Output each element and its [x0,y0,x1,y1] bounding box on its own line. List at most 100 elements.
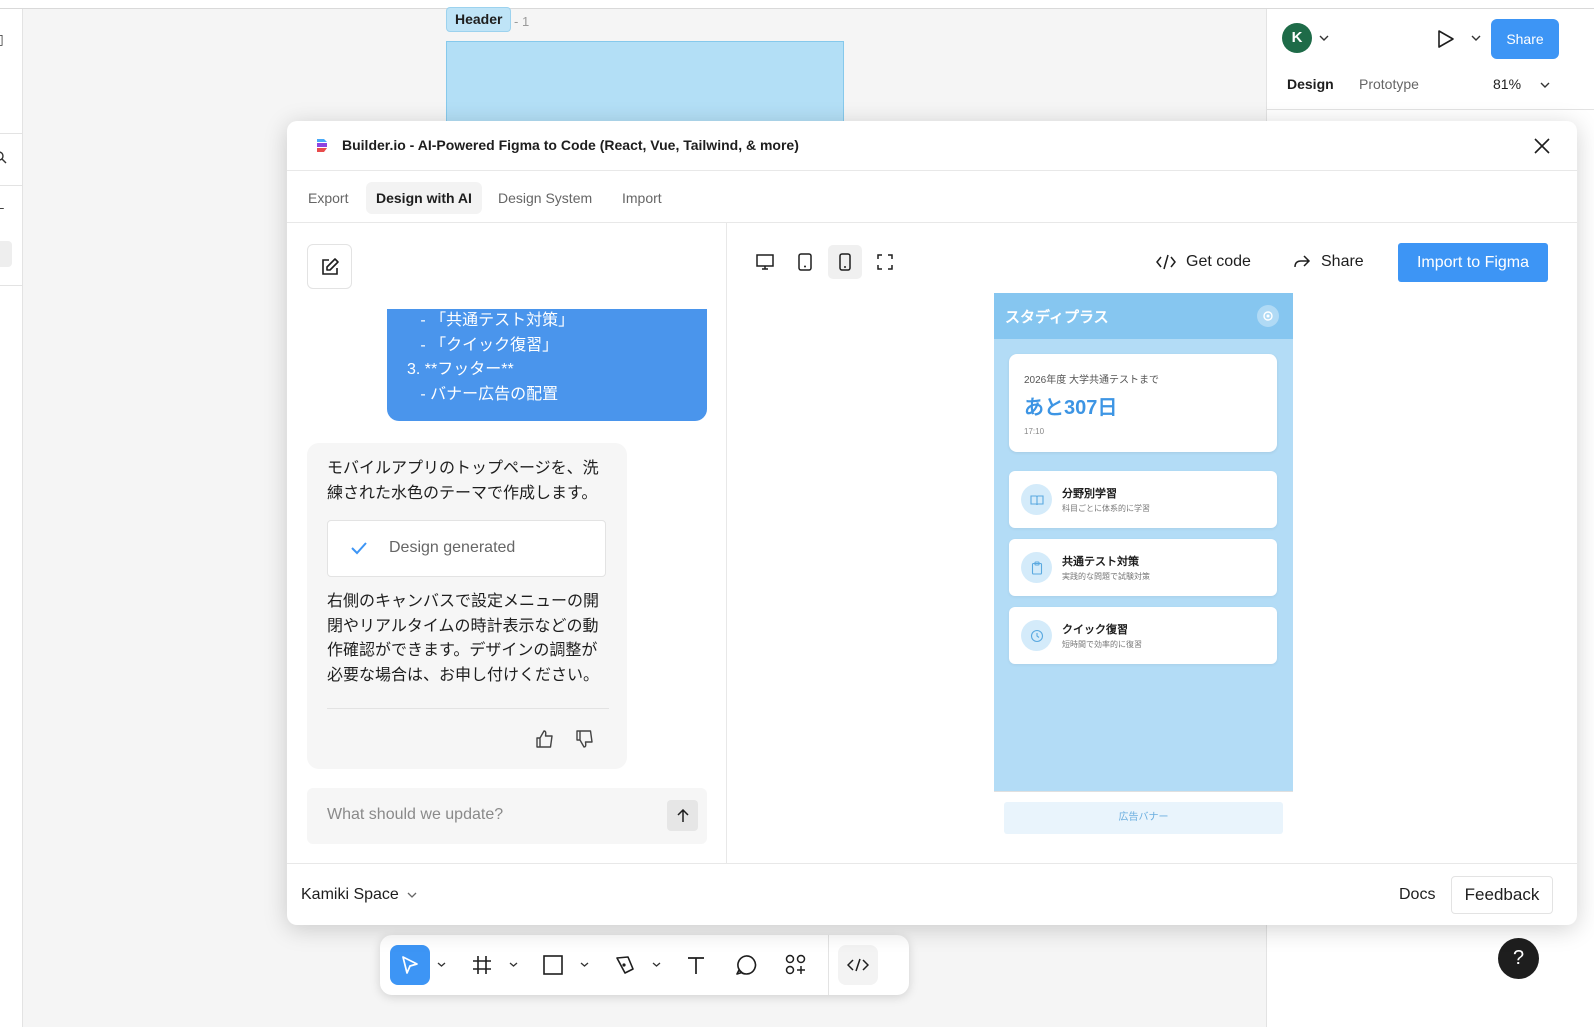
frame-label[interactable]: Header [446,7,512,32]
prompt-input[interactable] [327,806,647,824]
feedback-button[interactable]: Feedback [1451,876,1553,914]
get-code-label: Get code [1186,253,1251,270]
chevron-down-icon[interactable] [1540,81,1550,89]
plugin-title: Builder.io - AI-Powered Figma to Code (R… [342,137,799,153]
ai-intro-text: モバイルアプリのトップページを、洗練された水色のテーマで作成します。 [327,460,599,502]
divider [0,285,23,286]
status-label: Design generated [389,539,516,556]
header-frame[interactable] [446,41,844,123]
app-preview: スタディプラス 2026年度 大学共通テストまで あと307日 17:10 分野… [994,293,1293,861]
actions-tool-button[interactable] [776,945,816,985]
book-glyph [1029,494,1044,505]
comment-icon [736,955,757,975]
message-line: - バナー広告の配置 [407,385,559,403]
layer-item[interactable] [0,241,12,267]
chevron-down-icon[interactable] [1471,34,1481,42]
send-button[interactable] [667,800,698,831]
chevron-down-icon[interactable] [652,961,661,968]
app-settings-button[interactable] [1257,305,1279,327]
workspace-selector[interactable]: Kamiki Space [301,886,417,904]
help-button[interactable]: ? [1498,938,1539,979]
frame-tool-button[interactable] [462,945,502,985]
chevron-down-icon[interactable] [1319,34,1329,42]
chevron-down-icon [407,892,417,898]
ad-banner[interactable]: 広告バナー [1004,802,1283,834]
divider [1267,109,1594,110]
ai-followup-text: 右側のキャンバスで設定メニューの開閉やリアルタイムの時計表示などの動作確認ができ… [327,593,600,684]
clock-time: 17:10 [1024,427,1045,436]
user-message: - 「共通テスト対策」 - 「クイック復習」 3. **フッター** - バナー… [387,309,707,421]
thumbs-up-icon[interactable] [535,729,555,749]
tab-design-with-ai[interactable]: Design with AI [366,182,482,214]
rectangle-icon [543,955,563,975]
divider [0,185,23,186]
share-arrow-icon [1294,255,1311,268]
app-title: スタディプラス [1005,309,1109,326]
top-edge [0,0,1594,9]
chevron-down-icon[interactable] [580,961,589,968]
get-code-button[interactable]: Get code [1156,253,1251,271]
share-button[interactable]: Share [1491,19,1559,59]
code-icon [1156,254,1176,270]
minus-icon[interactable]: – [0,199,4,215]
menu-item-subtitle: 短時間で効率的に復習 [1062,640,1142,649]
clock-glyph [1030,629,1043,642]
design-generated-status[interactable]: Design generated [327,520,606,577]
message-line: - 「共通テスト対策」 [407,312,575,329]
text-tool-button[interactable] [676,945,716,985]
app-footer: 広告バナー [994,791,1293,861]
modal-header: Builder.io - AI-Powered Figma to Code (R… [287,121,1577,171]
cursor-icon [402,956,418,974]
mobile-view-button[interactable] [828,245,862,279]
search-icon[interactable] [0,150,8,164]
tab-export[interactable]: Export [298,182,358,214]
chevron-down-icon[interactable] [437,961,446,968]
play-icon[interactable] [1437,29,1455,49]
tab-import[interactable]: Import [612,182,672,214]
zoom-level[interactable]: 81% [1493,76,1521,92]
avatar[interactable]: K [1282,23,1312,53]
menu-item-title: 分野別学習 [1062,488,1117,500]
prompt-box [307,788,707,844]
modal-footer: Kamiki Space Docs Feedback [287,863,1577,925]
thumbs-down-icon[interactable] [575,729,595,749]
fullscreen-button[interactable] [868,245,902,279]
preview-share-button[interactable]: Share [1293,253,1364,271]
close-icon[interactable] [1533,137,1551,155]
desktop-icon [756,254,774,270]
check-icon [351,542,367,555]
menu-item-common-test[interactable]: 共通テスト対策 実践的な問題で試験対策 [1009,539,1277,596]
panel-toggle-icon[interactable]: ▯ [0,31,4,48]
new-chat-button[interactable] [307,244,352,289]
comment-tool-button[interactable] [726,945,766,985]
rectangle-tool-button[interactable] [533,945,573,985]
ai-response: モバイルアプリのトップページを、洗練された水色のテーマで作成します。 Desig… [307,443,627,769]
message-line: - 「クイック復習」 [407,336,559,354]
dev-mode-button[interactable] [838,945,878,985]
frame-icon [473,956,491,974]
tab-design[interactable]: Design [1287,76,1334,92]
move-tool-button[interactable] [390,945,430,985]
menu-item-subtitle: 科目ごとに体系的に学習 [1062,504,1150,513]
chevron-down-icon[interactable] [509,961,518,968]
gear-icon [1263,311,1273,321]
tab-design-system[interactable]: Design System [488,182,602,214]
fullscreen-icon [877,254,893,270]
menu-item-quick-review[interactable]: クイック復習 短時間で効率的に復習 [1009,607,1277,664]
preview-share-label: Share [1321,253,1364,270]
arrow-up-icon [676,808,689,822]
tools-toolbar [380,935,909,995]
tablet-view-button[interactable] [788,245,822,279]
app-header: スタディプラス [994,293,1293,339]
import-to-figma-button[interactable]: Import to Figma [1398,243,1548,282]
docs-link[interactable]: Docs [1399,886,1435,904]
menu-item-title: 共通テスト対策 [1062,556,1139,568]
pen-tool-button[interactable] [605,945,645,985]
tab-prototype[interactable]: Prototype [1359,76,1419,92]
text-icon [688,957,704,974]
menu-item-subject-study[interactable]: 分野別学習 科目ごとに体系的に学習 [1009,471,1277,528]
menu-item-title: クイック復習 [1062,624,1128,636]
code-icon [847,958,869,972]
clock-icon [1021,620,1052,651]
desktop-view-button[interactable] [748,245,782,279]
